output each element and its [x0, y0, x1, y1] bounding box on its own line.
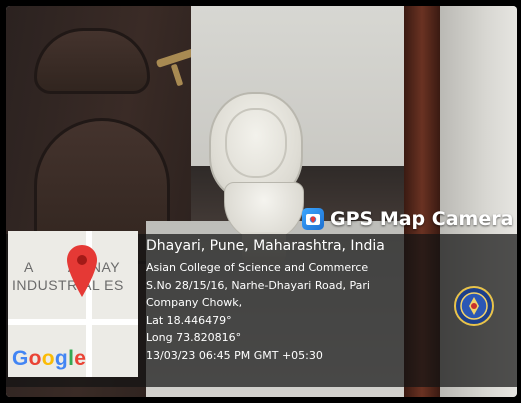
location-details: Dhayari, Pune, Maharashtra, India Asian … — [146, 236, 446, 364]
longitude: Long 73.820816° — [146, 331, 242, 344]
location-line: Asian College of Science and Commerce — [146, 261, 369, 274]
location-line: S.No 28/15/16, Narhe-Dhayari Road, Pari — [146, 278, 370, 292]
google-letter: G — [12, 347, 29, 370]
google-logo: Google — [12, 347, 86, 371]
app-title: GPS Map Camera — [330, 208, 514, 230]
map-pin-icon — [67, 245, 97, 297]
college-seal-icon — [454, 286, 494, 326]
gps-banner: GPS Map Camera — [302, 204, 513, 234]
timestamp: 13/03/23 06:45 PM GMT +05:30 — [146, 348, 323, 362]
location-line: Company Chowk, — [146, 296, 243, 309]
toilet-lid-rim — [225, 108, 287, 178]
map-thumbnail[interactable]: AAVINAY INDUSTRIAL ES Google — [8, 231, 138, 377]
map-road — [8, 319, 138, 325]
map-camera-icon — [302, 208, 324, 230]
latitude: Lat 18.446479° — [146, 313, 232, 327]
location-heading: Dhayari, Pune, Maharashtra, India — [146, 238, 385, 254]
google-letter: o — [41, 347, 55, 370]
google-letter: e — [74, 347, 87, 370]
google-letter: o — [28, 347, 42, 370]
google-letter: g — [54, 347, 69, 370]
